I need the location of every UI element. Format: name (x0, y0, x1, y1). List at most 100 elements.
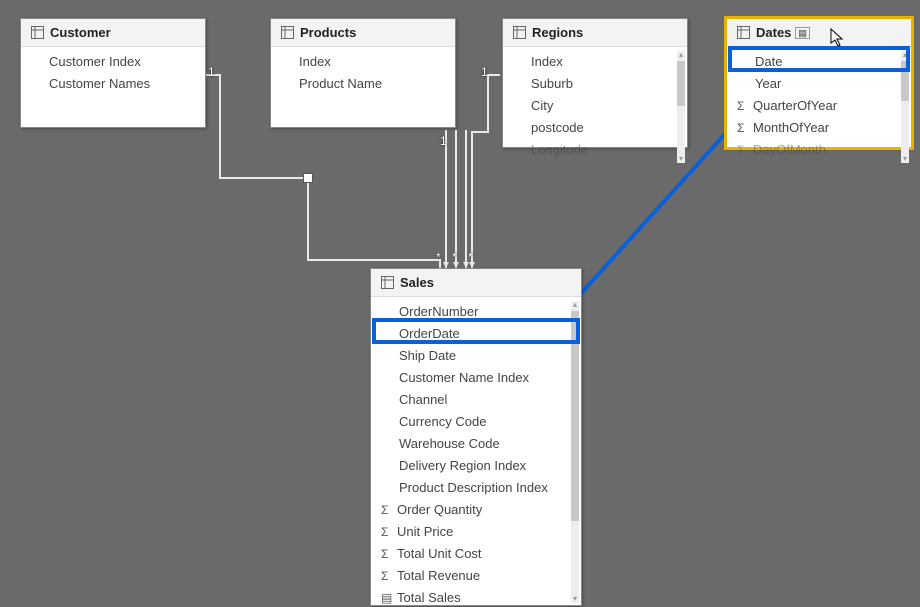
field-label: Customer Index (49, 53, 141, 71)
scroll-down-icon[interactable]: ▾ (571, 595, 579, 603)
field-row[interactable]: ΣOrder Quantity (371, 499, 581, 521)
table-header[interactable]: Products (271, 19, 455, 47)
relationship-filter-box[interactable] (303, 173, 313, 183)
table-title: Dates (756, 25, 791, 40)
field-label: Total Sales (397, 589, 461, 607)
sigma-icon: Σ (381, 523, 397, 541)
sigma-icon: Σ (737, 119, 753, 137)
table-icon (281, 26, 294, 39)
field-label: Year (755, 75, 781, 93)
field-row[interactable]: Product Name (271, 73, 455, 95)
scroll-down-icon[interactable]: ▾ (677, 155, 685, 163)
field-row[interactable]: Channel (371, 389, 581, 411)
scrollbar[interactable]: ▴ ▾ (677, 51, 685, 163)
cardinality-one: 1 (440, 134, 447, 148)
table-customer[interactable]: Customer Customer Index Customer Names (20, 18, 206, 128)
table-regions[interactable]: Regions Index Suburb City postcode Longi… (502, 18, 688, 148)
table-icon (381, 276, 394, 289)
field-row[interactable]: Date (727, 51, 911, 73)
field-label: QuarterOfYear (753, 97, 837, 115)
scroll-down-icon[interactable]: ▾ (901, 155, 909, 163)
sigma-icon: Σ (737, 97, 753, 115)
field-label: OrderNumber (399, 303, 478, 321)
field-row[interactable]: Index (503, 51, 687, 73)
cardinality-one: 1 (208, 65, 215, 79)
field-label: Customer Names (49, 75, 150, 93)
cardinality-many: * (452, 250, 457, 264)
field-row[interactable]: City (503, 95, 687, 117)
field-row[interactable]: Suburb (503, 73, 687, 95)
field-row[interactable]: Currency Code (371, 411, 581, 433)
scroll-up-icon[interactable]: ▴ (901, 51, 909, 59)
scrollbar[interactable]: ▴ ▾ (901, 51, 909, 163)
field-row[interactable]: ΣTotal Revenue (371, 565, 581, 587)
field-label: Warehouse Code (399, 435, 500, 453)
scroll-up-icon[interactable]: ▴ (571, 301, 579, 309)
field-label: Suburb (531, 75, 573, 93)
table-title: Sales (400, 275, 434, 290)
field-row[interactable]: OrderNumber (371, 301, 581, 323)
field-row[interactable]: Year (727, 73, 911, 95)
table-title: Regions (532, 25, 583, 40)
scroll-up-icon[interactable]: ▴ (677, 51, 685, 59)
field-label: Product Name (299, 75, 382, 93)
field-row[interactable]: Longitude (503, 139, 687, 161)
cardinality-many: * (468, 250, 473, 264)
field-row[interactable]: ▤Total Sales (371, 587, 581, 607)
field-row[interactable]: ΣTotal Unit Cost (371, 543, 581, 565)
field-row[interactable]: Warehouse Code (371, 433, 581, 455)
field-row[interactable]: ΣUnit Price (371, 521, 581, 543)
table-header[interactable]: Sales (371, 269, 581, 297)
field-label: Longitude (531, 141, 588, 159)
scrollbar[interactable]: ▴ ▾ (571, 301, 579, 603)
field-label: Unit Price (397, 523, 453, 541)
sigma-icon: Σ (737, 141, 753, 159)
scroll-thumb[interactable] (901, 61, 909, 101)
table-header[interactable]: Regions (503, 19, 687, 47)
field-row[interactable]: Customer Name Index (371, 367, 581, 389)
sigma-icon: Σ (381, 501, 397, 519)
table-icon (737, 26, 750, 39)
table-title: Products (300, 25, 356, 40)
field-label: Currency Code (399, 413, 486, 431)
field-label: Index (531, 53, 563, 71)
field-row[interactable]: Delivery Region Index (371, 455, 581, 477)
cardinality-one: 1 (481, 65, 488, 79)
field-row[interactable]: ΣQuarterOfYear (727, 95, 911, 117)
field-row[interactable]: ΣMonthOfYear (727, 117, 911, 139)
field-row[interactable]: Customer Index (21, 51, 205, 73)
field-row[interactable]: postcode (503, 117, 687, 139)
field-label: Channel (399, 391, 447, 409)
date-hierarchy-icon: ▤ (381, 589, 397, 607)
field-label: Product Description Index (399, 479, 548, 497)
field-label: Total Revenue (397, 567, 480, 585)
table-header[interactable]: Customer (21, 19, 205, 47)
field-row[interactable]: OrderDate (371, 323, 581, 345)
table-title: Customer (50, 25, 111, 40)
table-dates[interactable]: Dates ▤ Date Year ΣQuarterOfYear ΣMonthO… (726, 18, 912, 148)
field-row[interactable]: Customer Names (21, 73, 205, 95)
table-products[interactable]: Products Index Product Name (270, 18, 456, 128)
scroll-thumb[interactable] (677, 61, 685, 106)
field-label: Order Quantity (397, 501, 482, 519)
table-icon (31, 26, 44, 39)
cardinality-many: * (436, 250, 441, 264)
sigma-icon: Σ (381, 567, 397, 585)
field-label: Ship Date (399, 347, 456, 365)
scroll-thumb[interactable] (571, 311, 579, 521)
field-label: MonthOfYear (753, 119, 829, 137)
sigma-icon: Σ (381, 545, 397, 563)
date-table-badge-icon: ▤ (795, 27, 810, 39)
table-sales[interactable]: Sales OrderNumber OrderDate Ship Date Cu… (370, 268, 582, 606)
field-label: Total Unit Cost (397, 545, 482, 563)
field-label: postcode (531, 119, 584, 137)
field-row[interactable]: Index (271, 51, 455, 73)
field-row[interactable]: Product Description Index (371, 477, 581, 499)
field-label: OrderDate (399, 325, 460, 343)
field-label: DayOfMonth (753, 141, 826, 159)
field-row[interactable]: Ship Date (371, 345, 581, 367)
table-header[interactable]: Dates ▤ (727, 19, 911, 47)
field-label: Customer Name Index (399, 369, 529, 387)
field-label: Delivery Region Index (399, 457, 526, 475)
field-row[interactable]: ΣDayOfMonth (727, 139, 911, 161)
